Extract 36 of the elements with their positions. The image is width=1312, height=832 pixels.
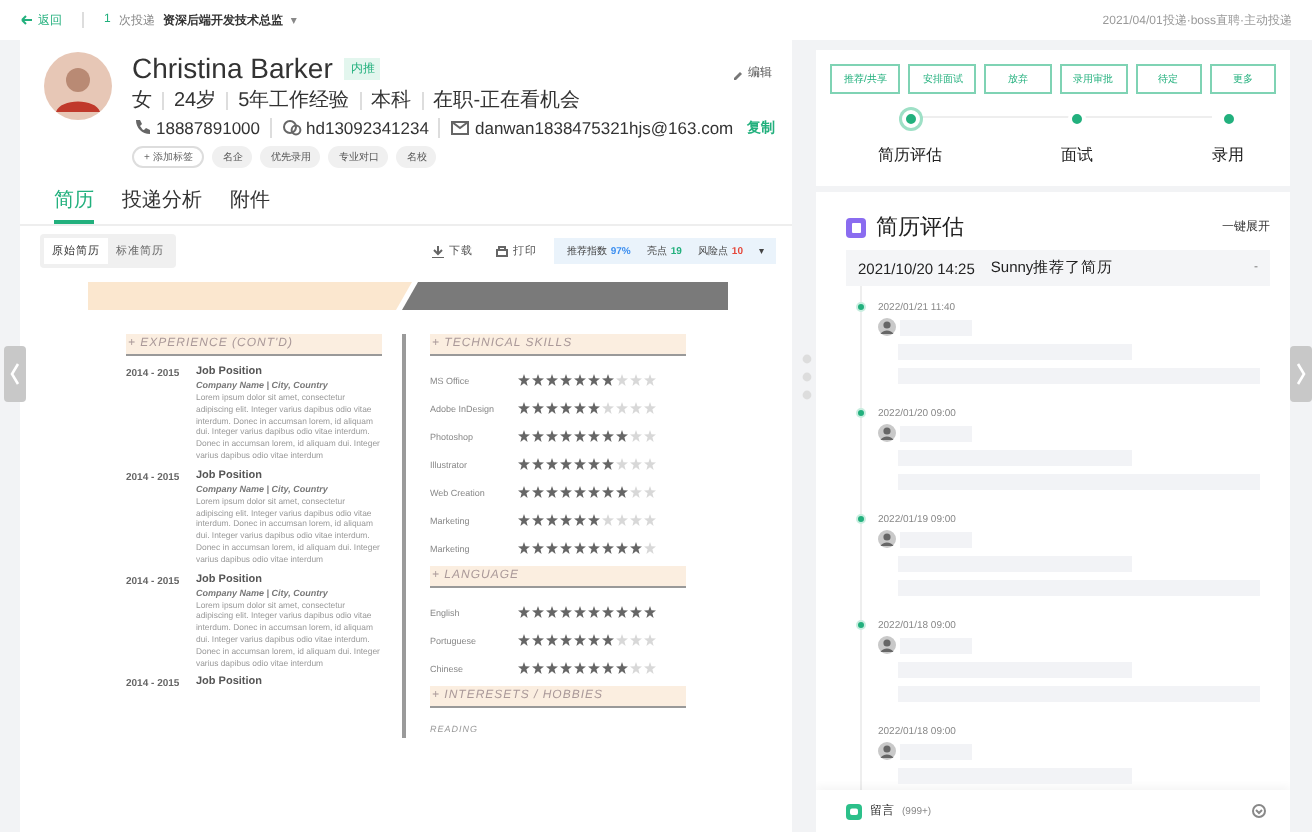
profile-fact: 24岁 xyxy=(162,92,227,110)
contact-value: hd13092341234 xyxy=(306,119,429,137)
phone-icon xyxy=(132,118,152,138)
resume-tab[interactable]: 投递分析 xyxy=(122,186,202,224)
chat-icon xyxy=(846,803,862,819)
avatar-icon xyxy=(878,530,896,548)
avatar-icon xyxy=(878,318,896,336)
chevron-left-icon xyxy=(10,362,20,386)
document-icon xyxy=(846,217,866,237)
chevron-right-icon xyxy=(1296,362,1306,386)
step-label[interactable]: 简历评估 xyxy=(878,144,942,166)
collapse-handle[interactable] xyxy=(4,346,26,402)
expand-icon xyxy=(1252,804,1266,818)
profile-fact: 5年工作经验 xyxy=(226,92,360,110)
back-icon xyxy=(20,14,34,26)
expand-handle[interactable] xyxy=(1290,346,1312,402)
step-label[interactable]: 面试 xyxy=(1061,144,1093,166)
mail-icon xyxy=(450,118,471,138)
profile-fact: 在职-正在看机会 xyxy=(421,92,591,110)
contact-value: 18887891000 xyxy=(156,119,261,137)
download-icon xyxy=(432,245,445,257)
avatar-icon xyxy=(878,636,896,654)
avatar-icon xyxy=(878,742,896,760)
drag-handle-icon xyxy=(802,354,812,400)
profile-fact: 女 xyxy=(132,92,154,110)
avatar-icon xyxy=(878,424,896,442)
chat-icon xyxy=(282,118,303,138)
contact-value: danwan1838475321hjs@163.com xyxy=(474,119,734,137)
profile-fact: 本科 xyxy=(359,92,422,110)
pencil-icon xyxy=(732,67,744,79)
candidate-name: Christina Barker xyxy=(132,52,333,84)
avatar-placeholder xyxy=(44,52,112,120)
panel-title: 简历评估 xyxy=(876,214,966,242)
resume-tab[interactable]: 附件 xyxy=(230,186,270,224)
step-label[interactable]: 录用 xyxy=(1212,144,1244,166)
printer-icon xyxy=(496,245,509,257)
